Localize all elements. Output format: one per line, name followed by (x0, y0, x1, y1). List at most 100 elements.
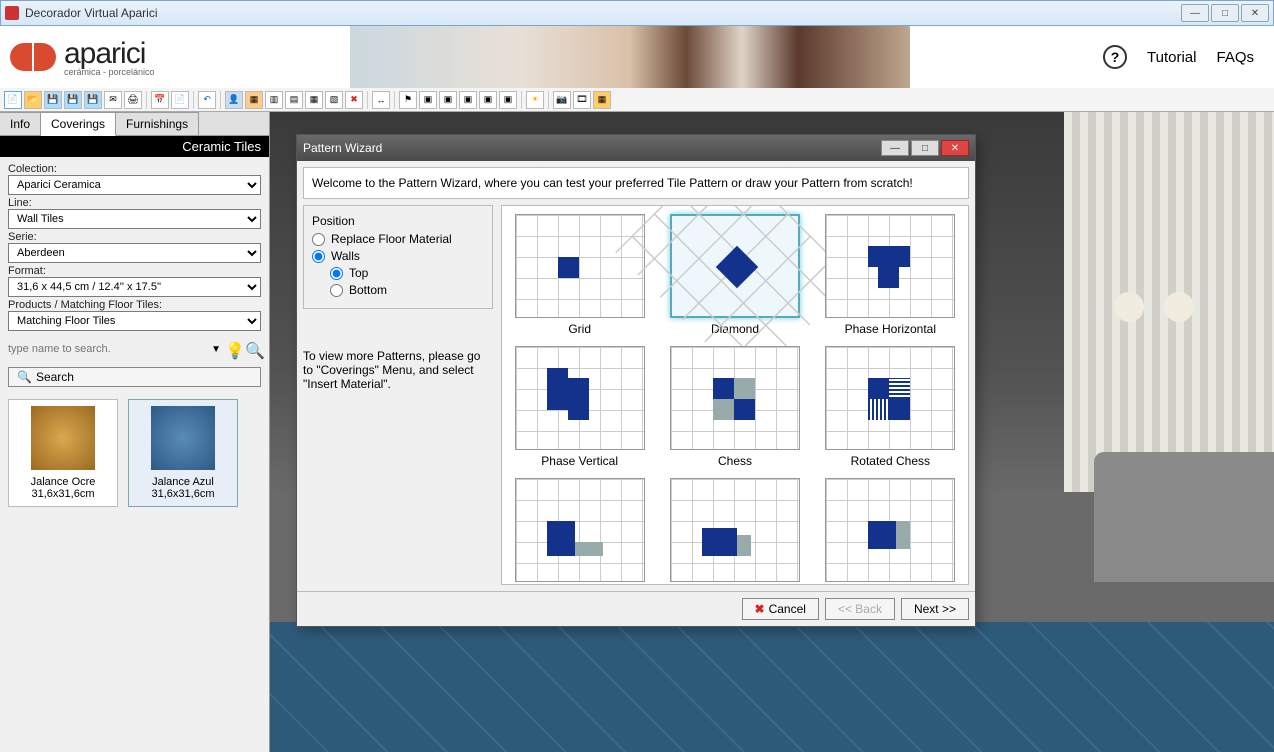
close-button[interactable]: ✕ (1241, 4, 1269, 22)
magnifier-icon[interactable]: 🔍 (245, 341, 261, 357)
brand-name: aparici (64, 37, 155, 71)
banner-photo (350, 26, 910, 88)
tab-coverings[interactable]: Coverings (41, 112, 116, 136)
tool-camera-icon[interactable]: 📷 (553, 91, 571, 109)
line-select[interactable]: Wall Tiles (8, 209, 261, 229)
tool-flag-icon[interactable]: ⚑ (399, 91, 417, 109)
tool-save2-icon[interactable]: 💾 (64, 91, 82, 109)
tool-saveas-icon[interactable]: 💾 (84, 91, 102, 109)
back-button[interactable]: << Back (825, 598, 895, 620)
search-button[interactable]: 🔍 Search (8, 367, 261, 387)
pattern-label: Phase Horizontal (845, 322, 936, 336)
cancel-icon: ✖ (755, 602, 765, 616)
help-icon[interactable]: ? (1103, 45, 1127, 69)
tool-obj1-icon[interactable]: ▣ (419, 91, 437, 109)
tool-mail-icon[interactable]: ✉ (104, 91, 122, 109)
tutorial-link[interactable]: Tutorial (1147, 49, 1196, 66)
cancel-button[interactable]: ✖Cancel (742, 598, 819, 620)
dropdown-icon[interactable]: ▼ (211, 344, 221, 355)
tool-layout4-icon[interactable]: ▧ (325, 91, 343, 109)
pattern-wizard-dialog: Pattern Wizard — □ ✕ Welcome to the Patt… (296, 134, 976, 627)
pattern-phase-h-option[interactable]: Phase Horizontal (821, 214, 960, 336)
format-select[interactable]: 31,6 x 44,5 cm / 12.4'' x 17.5'' (8, 277, 261, 297)
collection-select[interactable]: Aparici Ceramica (8, 175, 261, 195)
tool-open-icon[interactable]: 📂 (24, 91, 42, 109)
logo-mark (10, 43, 56, 71)
pattern-phase-v-option[interactable]: Phase Vertical (510, 346, 649, 468)
pattern-label: Chess (718, 454, 752, 468)
tool-grid-icon[interactable]: ▦ (245, 91, 263, 109)
dialog-titlebar[interactable]: Pattern Wizard — □ ✕ (297, 135, 975, 161)
tool-sun-icon[interactable]: ☀ (526, 91, 544, 109)
tool-render-icon[interactable]: ▦ (593, 91, 611, 109)
format-label: Format: (8, 265, 261, 277)
sidebar-tabs: Info Coverings Furnishings (0, 112, 269, 136)
pattern-label: Rotated Chess (851, 454, 930, 468)
pattern-rotated-chess-option[interactable]: Rotated Chess (821, 346, 960, 468)
pattern-extra2-option[interactable] (665, 478, 804, 585)
window-title: Decorador Virtual Aparici (25, 6, 158, 20)
room-floor (270, 622, 1274, 752)
dialog-close-button[interactable]: ✕ (941, 140, 969, 156)
serie-label: Serie: (8, 231, 261, 243)
tool-person-icon[interactable]: 👤 (225, 91, 243, 109)
dialog-maximize-button[interactable]: □ (911, 140, 939, 156)
next-button[interactable]: Next >> (901, 598, 969, 620)
dialog-footer: ✖Cancel << Back Next >> (297, 591, 975, 626)
main-toolbar: 📄 📂 💾 💾 💾 ✉ 🖨 📅 📄 ↶ 👤 ▦ ▥ ▤ ▦ ▧ ✖ ↔ ⚑ ▣ … (0, 88, 1274, 112)
tool-delete-icon[interactable]: ✖ (345, 91, 363, 109)
tab-info[interactable]: Info (0, 112, 41, 135)
pattern-diamond-option[interactable]: Diamond (665, 214, 804, 336)
room-curtain (1064, 112, 1274, 492)
bulb-icon[interactable]: 💡 (225, 341, 241, 357)
minimize-button[interactable]: — (1181, 4, 1209, 22)
products-select[interactable]: Matching Floor Tiles (8, 311, 261, 331)
tile-name: Jalance Ocre (13, 476, 113, 488)
dialog-title: Pattern Wizard (303, 141, 382, 155)
pattern-list[interactable]: Grid Diamond Phase Horizontal Phase Vert… (501, 205, 969, 585)
tool-undo-icon[interactable]: ↶ (198, 91, 216, 109)
tool-layout3-icon[interactable]: ▦ (305, 91, 323, 109)
maximize-button[interactable]: □ (1211, 4, 1239, 22)
tool-move-icon[interactable]: ↔ (372, 91, 390, 109)
tile-size: 31,6x31,6cm (13, 488, 113, 500)
tool-layout1-icon[interactable]: ▥ (265, 91, 283, 109)
radio-replace-floor[interactable]: Replace Floor Material (312, 232, 484, 246)
sidebar: Info Coverings Furnishings Ceramic Tiles… (0, 112, 270, 752)
room-sofa (1094, 452, 1274, 622)
dialog-minimize-button[interactable]: — (881, 140, 909, 156)
tool-film-icon[interactable]: 🎞 (573, 91, 591, 109)
brand-logo: aparici cerámica - porcelánico (10, 37, 155, 77)
tool-print-icon[interactable]: 🖨 (124, 91, 142, 109)
tile-size: 31,6x31,6cm (133, 488, 233, 500)
tool-doc-icon[interactable]: 📄 (171, 91, 189, 109)
serie-select[interactable]: Aberdeen (8, 243, 261, 263)
pattern-extra3-option[interactable] (821, 478, 960, 585)
pattern-label: Phase Vertical (541, 454, 618, 468)
tab-furnishings[interactable]: Furnishings (116, 112, 199, 135)
tile-card-ocre[interactable]: Jalance Ocre 31,6x31,6cm (8, 399, 118, 507)
faqs-link[interactable]: FAQs (1216, 49, 1254, 66)
tile-card-azul[interactable]: Jalance Azul 31,6x31,6cm (128, 399, 238, 507)
radio-top[interactable]: Top (330, 266, 484, 280)
radio-bottom[interactable]: Bottom (330, 283, 484, 297)
tool-obj5-icon[interactable]: ▣ (499, 91, 517, 109)
tool-obj4-icon[interactable]: ▣ (479, 91, 497, 109)
tile-swatch-ocre (31, 406, 95, 470)
section-heading: Ceramic Tiles (0, 136, 269, 157)
tool-calendar-icon[interactable]: 📅 (151, 91, 169, 109)
tool-obj3-icon[interactable]: ▣ (459, 91, 477, 109)
tile-swatch-azul (151, 406, 215, 470)
tool-new-icon[interactable]: 📄 (4, 91, 22, 109)
pattern-chess-option[interactable]: Chess (665, 346, 804, 468)
search-input[interactable] (8, 339, 207, 359)
search-button-label: Search (36, 370, 74, 384)
tool-save-icon[interactable]: 💾 (44, 91, 62, 109)
brand-tagline: cerámica - porcelánico (64, 67, 155, 77)
tool-layout2-icon[interactable]: ▤ (285, 91, 303, 109)
app-icon (5, 6, 19, 20)
tool-obj2-icon[interactable]: ▣ (439, 91, 457, 109)
pattern-grid-option[interactable]: Grid (510, 214, 649, 336)
radio-walls[interactable]: Walls (312, 249, 484, 263)
pattern-extra1-option[interactable] (510, 478, 649, 585)
